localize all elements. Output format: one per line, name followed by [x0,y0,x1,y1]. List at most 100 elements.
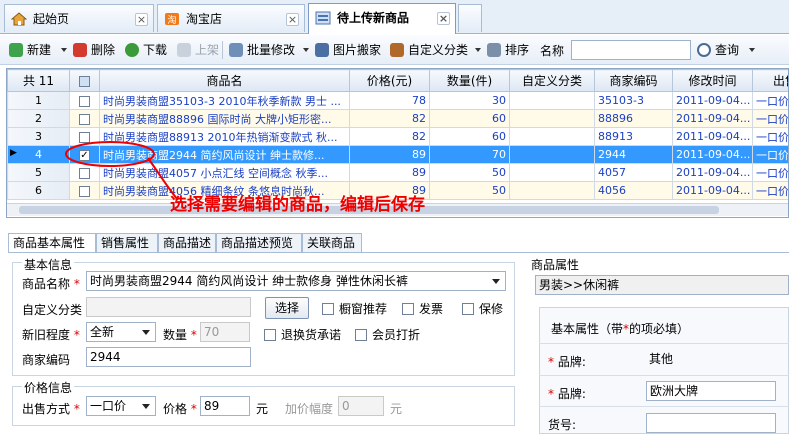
price-cell[interactable]: 82 [349,127,430,146]
row-checkbox-cell[interactable] [69,91,100,110]
tab-sales-attributes[interactable]: 销售属性 [96,233,158,253]
product-name-cell[interactable]: 时尚男装商盟88896 国际时尚 大牌小矩形密... [99,109,350,128]
chevron-down-icon[interactable] [492,279,500,284]
tab-related-products[interactable]: 关联商品 [302,233,362,253]
price-cell[interactable]: 82 [349,109,430,128]
quantity-cell[interactable]: 60 [429,127,510,146]
modified-time-cell[interactable]: 2011-09-04... [672,145,753,164]
query-button[interactable]: 查询 [697,40,739,60]
merchant-code-cell[interactable]: 2944 [594,145,673,164]
merchant-code-cell[interactable]: 4057 [594,163,673,182]
tab-description[interactable]: 商品描述 [158,233,216,253]
checkbox-box[interactable] [402,303,414,315]
name-filter-input[interactable] [571,40,691,60]
price-input[interactable]: 89 [200,396,250,416]
sale-method-cell[interactable]: 一口价 [752,181,788,200]
price-cell[interactable]: 89 [349,145,430,164]
chevron-down-icon[interactable] [142,404,150,409]
row-checkbox-cell[interactable] [69,109,100,128]
quantity-cell[interactable]: 50 [429,181,510,200]
price-cell[interactable]: 89 [349,163,430,182]
custom-category-cell[interactable] [509,181,595,200]
checkbox-box[interactable] [322,303,334,315]
sale-method-cell[interactable]: 一口价 [752,109,788,128]
quantity-cell[interactable]: 30 [429,91,510,110]
modified-time-cell[interactable]: 2011-09-04... [672,109,753,128]
checkbox-box[interactable] [462,303,474,315]
price-cell[interactable]: 78 [349,91,430,110]
table-row[interactable]: 1 时尚男装商盟35103-3 2010年秋季新款 男士 ... 78 30 35103… [7,91,788,110]
custom-category-cell[interactable] [509,127,595,146]
quantity-cell[interactable]: 60 [429,109,510,128]
product-name-cell[interactable]: 时尚男装商盟35103-3 2010年秋季新款 男士 ... [99,91,350,110]
sale-method-cell[interactable]: 一口价 [752,145,788,164]
close-icon[interactable]: × [437,12,450,25]
image-move-button[interactable]: 图片搬家 [315,40,381,60]
custom-category-cell[interactable] [509,163,595,182]
sale-method-select[interactable]: 一口价 [86,396,156,416]
sale-method-cell[interactable]: 一口价 [752,91,788,110]
warranty-checkbox[interactable]: 保修 [462,300,503,317]
table-row[interactable]: 2 时尚男装商盟88896 国际时尚 大牌小矩形密... 82 60 88896 2011… [7,109,788,128]
new-tab-button[interactable] [458,4,482,32]
invoice-checkbox[interactable]: 发票 [402,300,443,317]
row-number[interactable]: 1 [7,91,70,110]
merchant-code-cell[interactable]: 4056 [594,181,673,200]
chevron-down-icon[interactable] [749,48,755,52]
row-checkbox[interactable] [79,113,90,125]
category-select[interactable]: 男装>>休闲裤 [535,275,789,295]
chevron-down-icon[interactable] [303,48,309,52]
quantity-cell[interactable]: 70 [429,145,510,164]
checkbox-box[interactable] [355,329,367,341]
attr-brand-value[interactable]: 其他 [646,350,789,370]
custom-category-cell[interactable] [509,109,595,128]
download-button[interactable]: 下载 [125,40,167,60]
return-promise-checkbox[interactable]: 退换货承诺 [264,326,341,343]
merchant-code-input[interactable]: 2944 [86,347,251,367]
new-button[interactable]: 新建 [9,40,51,60]
batch-edit-button[interactable]: 批量修改 [229,40,295,60]
sale-method-cell[interactable]: 一口价 [752,127,788,146]
column-header-merchant-code[interactable]: 商家编码 [594,69,673,92]
close-icon[interactable]: × [135,13,148,26]
publish-button[interactable]: 上架 [177,40,219,60]
member-discount-checkbox[interactable]: 会员打折 [355,326,420,343]
modified-time-cell[interactable]: 2011-09-04... [672,127,753,146]
custom-category-cell[interactable] [509,91,595,110]
attr-item-no-input[interactable] [646,413,776,433]
column-header-sale-method[interactable]: 出售 [752,69,788,92]
quantity-cell[interactable]: 50 [429,163,510,182]
modified-time-cell[interactable]: 2011-09-04... [672,181,753,200]
tab-start-page[interactable]: 起始页 × [4,4,154,32]
custom-category-button[interactable]: 自定义分类 [390,40,468,60]
close-icon[interactable]: × [286,13,299,26]
modified-time-cell[interactable]: 2011-09-04... [672,91,753,110]
tab-basic-attributes[interactable]: 商品基本属性 [8,233,96,253]
tab-pending-upload[interactable]: 待上传新商品 × [308,3,456,34]
modified-time-cell[interactable]: 2011-09-04... [672,163,753,182]
product-name-field[interactable]: 时尚男装商盟2944 简约风尚设计 绅士款修身 弹性休闲长裤 [86,271,506,291]
select-category-button[interactable]: 选择 [265,297,309,319]
chevron-down-icon[interactable] [61,48,67,52]
row-checkbox[interactable] [79,95,90,107]
column-header-modified-time[interactable]: 修改时间 [672,69,753,92]
merchant-code-cell[interactable]: 88913 [594,127,673,146]
delete-button[interactable]: 删除 [73,40,115,60]
custom-category-cell[interactable] [509,145,595,164]
tab-taobao-store[interactable]: 淘 淘宝店 × [157,4,305,32]
merchant-code-cell[interactable]: 88896 [594,109,673,128]
column-header-quantity[interactable]: 数量(件) [429,69,510,92]
tab-description-preview[interactable]: 商品描述预览 [216,233,302,253]
checkbox-box[interactable] [264,329,276,341]
sort-button[interactable]: 排序 [487,40,529,60]
sale-method-cell[interactable]: 一口价 [752,163,788,182]
column-header-name[interactable]: 商品名 [99,69,350,92]
condition-select[interactable]: 全新 [86,322,156,342]
select-all-header[interactable] [69,69,100,92]
column-header-price[interactable]: 价格(元) [349,69,430,92]
column-header-custom-category[interactable]: 自定义分类 [509,69,595,92]
attr-brand2-input[interactable]: 欧洲大牌 [646,381,776,401]
chevron-down-icon[interactable] [475,48,481,52]
row-number[interactable]: 2 [7,109,70,128]
select-all-checkbox[interactable] [79,75,90,87]
